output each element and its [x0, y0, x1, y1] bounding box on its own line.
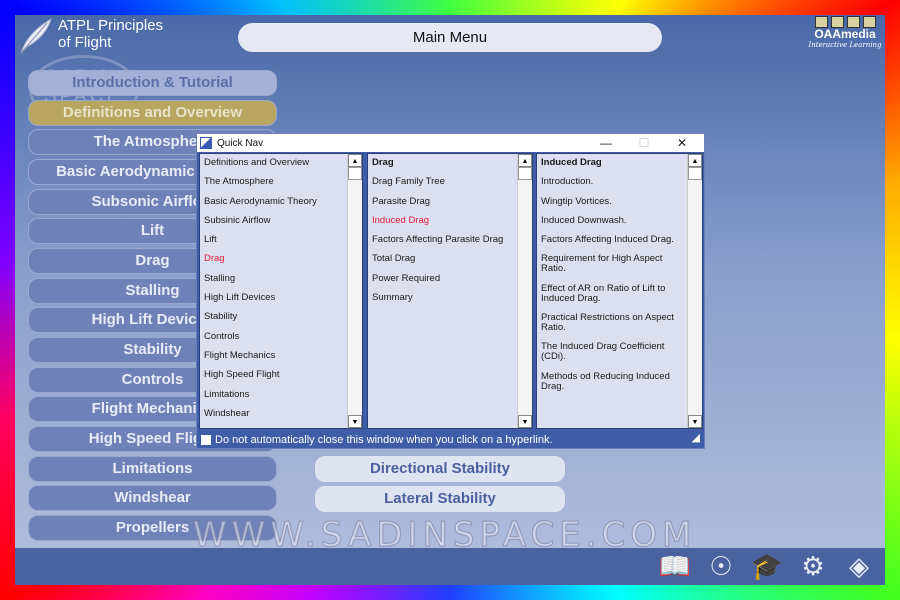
dialog-titlebar[interactable]: Quick Nav — ☐ ✕: [197, 134, 704, 152]
nav-link[interactable]: Induced Downwash.: [537, 215, 687, 226]
watermark-url: WWW.SADINSPACE.COM: [192, 514, 697, 555]
nav-link[interactable]: Basic Aerodynamic Theory: [200, 196, 347, 207]
nav-link[interactable]: Definitions and Overview: [200, 158, 347, 168]
scroll-thumb[interactable]: [348, 167, 362, 180]
menu-button-windshear[interactable]: Windshear: [28, 485, 277, 512]
scroll-down-icon[interactable]: ▼: [688, 415, 702, 428]
settings-gears-icon[interactable]: ⚙: [793, 550, 833, 582]
nav-link[interactable]: Power Required: [368, 273, 517, 284]
nav-link[interactable]: Induced Drag: [537, 158, 687, 168]
scrollbar[interactable]: ▲ ▼: [517, 154, 532, 428]
oaamedia-logo: OAAmedia Interactive Learning: [807, 15, 883, 49]
nav-link[interactable]: Factors Affecting Induced Drag.: [537, 235, 687, 245]
app-title: ATPL Principles of Flight: [58, 17, 164, 51]
scroll-up-icon[interactable]: ▲: [348, 154, 362, 167]
nav-link[interactable]: Parasite Drag: [368, 196, 517, 207]
dialog-footer: Do not automatically close this window w…: [197, 431, 704, 449]
nav-link[interactable]: Induced Drag: [368, 215, 517, 226]
nav-link[interactable]: Total Drag: [368, 254, 517, 264]
exit-icon[interactable]: ◈: [839, 550, 879, 582]
scroll-thumb[interactable]: [688, 167, 702, 180]
keep-open-label: Do not automatically close this window w…: [215, 434, 553, 446]
scroll-down-icon[interactable]: ▼: [348, 415, 362, 428]
app-icon: [200, 137, 212, 149]
nav-link[interactable]: Lift: [200, 235, 347, 245]
nav-link[interactable]: Methods od Reducing Induced Drag.: [537, 371, 687, 392]
menu-button-definitions-and-overview[interactable]: Definitions and Overview: [28, 99, 277, 126]
nav-link[interactable]: Drag: [200, 254, 347, 264]
nav-link[interactable]: Drag Family Tree: [368, 177, 517, 187]
dialog-title: Quick Nav: [217, 137, 264, 149]
submenu-lateral-stability[interactable]: Lateral Stability: [315, 486, 565, 512]
nav-link[interactable]: Limitations: [200, 389, 347, 400]
nav-link[interactable]: Drag: [368, 158, 517, 168]
close-button[interactable]: ✕: [664, 134, 700, 152]
sections-list[interactable]: Drag Drag Family Tree Parasite Drag Induced…: [367, 153, 533, 429]
scroll-thumb[interactable]: [518, 167, 532, 180]
compass-icon[interactable]: ☉: [701, 550, 741, 582]
menu-button-limitations[interactable]: Limitations: [28, 455, 277, 482]
feather-logo-icon: [20, 17, 52, 54]
nav-link[interactable]: Factors Affecting Parasite Drag: [368, 235, 517, 245]
nav-link[interactable]: Flight Mechanics: [200, 350, 347, 361]
nav-link[interactable]: High Speed Flight: [200, 370, 347, 380]
resize-grip-icon[interactable]: ◢: [692, 429, 700, 447]
main-menu-button[interactable]: Main Menu: [238, 23, 662, 52]
scrollbar[interactable]: ▲ ▼: [687, 154, 702, 428]
nav-link[interactable]: Subsinic Airflow: [200, 215, 347, 226]
keep-open-checkbox[interactable]: [201, 435, 211, 445]
nav-link[interactable]: Practical Restrictions on Aspect Ratio.: [537, 313, 687, 333]
scroll-up-icon[interactable]: ▲: [518, 154, 532, 167]
graduation-cap-icon[interactable]: 🎓: [747, 550, 787, 582]
topics-list[interactable]: Induced Drag Introduction. Wingtip Vortice…: [536, 153, 703, 429]
chapters-list[interactable]: Definitions and Overview The Atmosphere Ba…: [199, 153, 363, 429]
submenu-directional-stability[interactable]: Directional Stability: [315, 456, 565, 482]
scroll-up-icon[interactable]: ▲: [688, 154, 702, 167]
nav-link[interactable]: The Atmosphere: [200, 177, 347, 187]
maximize-button[interactable]: ☐: [626, 134, 662, 152]
nav-link[interactable]: Introduction.: [537, 177, 687, 187]
scroll-down-icon[interactable]: ▼: [518, 415, 532, 428]
nav-link[interactable]: Summary: [368, 293, 517, 303]
nav-link[interactable]: Controls: [200, 331, 347, 342]
nav-link[interactable]: Stalling: [200, 273, 347, 284]
nav-link[interactable]: The Induced Drag Coefficient (CDi).: [537, 342, 687, 362]
scrollbar[interactable]: ▲ ▼: [347, 154, 362, 428]
minimize-button[interactable]: —: [588, 134, 624, 152]
nav-link[interactable]: Windshear: [200, 408, 347, 419]
nav-link[interactable]: Effect of AR on Ratio of Lift to Induced…: [537, 283, 687, 304]
quick-nav-dialog: Quick Nav — ☐ ✕ Definitions and Overview…: [196, 133, 705, 449]
nav-link[interactable]: Stability: [200, 312, 347, 322]
nav-link[interactable]: Requirement for High Aspect Ratio.: [537, 254, 687, 274]
nav-link[interactable]: Wingtip Vortices.: [537, 196, 687, 207]
nav-link[interactable]: High Lift Devices: [200, 293, 347, 303]
menu-button-introduction-tutorial[interactable]: Introduction & Tutorial: [28, 70, 277, 96]
